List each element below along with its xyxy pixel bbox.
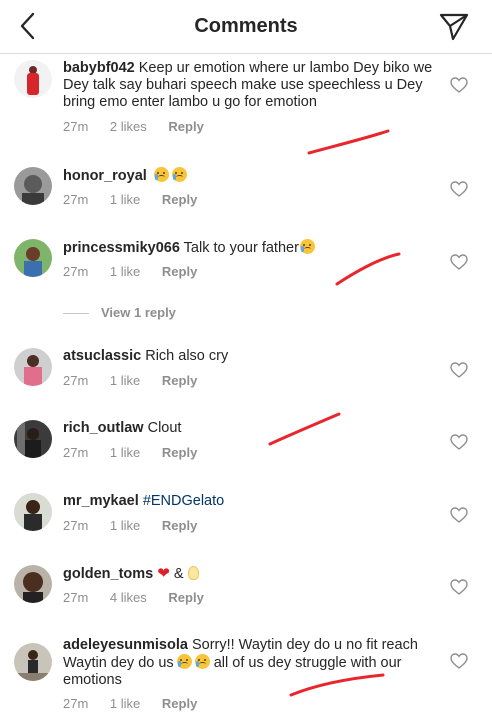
comment-meta: 27m 1 like Reply [63,445,197,460]
comment-likes[interactable]: 1 like [110,518,140,533]
paper-plane-icon [439,13,469,41]
comment-username[interactable]: mr_mykael [63,493,139,509]
comment-body: & [173,566,184,582]
comment-text: mr_mykael #ENDGelato [63,493,435,510]
heart-icon [450,181,468,197]
like-button[interactable] [450,653,468,669]
comment-likes[interactable]: 4 likes [110,590,147,605]
comment-meta: 27m 2 likes Reply [63,119,204,134]
like-button[interactable] [450,181,468,197]
comment-body: Clout [147,420,182,436]
avatar[interactable] [14,565,52,603]
comment-time: 27m [63,264,89,279]
like-button[interactable] [450,254,468,270]
comment-time: 27m [63,696,89,711]
comment-likes[interactable]: 1 like [110,373,140,388]
comment-text: adeleyesunmisola Sorry!! Waytin dey do u… [63,637,435,689]
comment-username[interactable]: atsuclassic [63,348,141,364]
comment-username[interactable]: honor_royal [63,168,147,184]
comment-text: honor_royal [63,167,435,185]
comment-time: 27m [63,373,89,388]
comment-body: Rich also cry [145,348,229,364]
like-button[interactable] [450,507,468,523]
comment-text: golden_toms ❤ & [63,565,435,583]
reply-button[interactable]: Reply [162,696,197,711]
comment-username[interactable]: babybf042 [63,60,135,76]
comment-meta: 27m 1 like Reply [63,518,197,533]
loudly-crying-face-emoji [194,654,210,669]
comment-likes[interactable]: 1 like [110,445,140,460]
view-replies-button[interactable]: View 1 reply [63,305,176,320]
comment-likes[interactable]: 1 like [110,264,140,279]
comment-meta: 27m 4 likes Reply [63,590,204,605]
comments-header: Comments [0,0,492,54]
comment-username[interactable]: rich_outlaw [63,420,144,436]
heart-icon [450,362,468,378]
comment-time: 27m [63,192,89,207]
reply-button[interactable]: Reply [168,119,203,134]
reply-button[interactable]: Reply [162,445,197,460]
comment-likes[interactable]: 1 like [110,696,140,711]
comment-text: babybf042 Keep ur emotion where ur lambo… [63,60,435,111]
avatar[interactable] [14,493,52,531]
reply-button[interactable]: Reply [162,518,197,533]
comment-meta: 27m 1 like Reply [63,264,197,279]
reply-button[interactable]: Reply [168,590,203,605]
heart-icon [450,507,468,523]
comment-username[interactable]: adeleyesunmisola [63,637,188,653]
like-button[interactable] [450,362,468,378]
reply-button[interactable]: Reply [162,264,197,279]
heart-icon [450,653,468,669]
share-button[interactable] [438,10,470,42]
comment-meta: 27m 1 like Reply [63,373,197,388]
crying-face-emoji [153,167,169,182]
like-button[interactable] [450,579,468,595]
reply-button[interactable]: Reply [162,192,197,207]
comment-likes[interactable]: 2 likes [110,119,147,134]
comment-text: rich_outlaw Clout [63,420,435,437]
comment-time: 27m [63,590,89,605]
annotation-stroke [307,129,390,155]
light-bulb-emoji [187,566,199,580]
heart-icon [450,434,468,450]
page-title: Comments [194,15,298,37]
comment-body: Talk to your father [183,240,299,256]
reply-thread-divider [63,313,89,315]
comment-text: atsuclassic Rich also cry [63,348,435,365]
avatar[interactable] [14,239,52,277]
comment-text: princessmiky066 Talk to your father [63,239,435,257]
avatar[interactable] [14,167,52,205]
like-button[interactable] [450,434,468,450]
comment-time: 27m [63,445,89,460]
heart-icon [450,254,468,270]
reply-button[interactable]: Reply [162,373,197,388]
comment-time: 27m [63,119,89,134]
comment-meta: 27m 1 like Reply [63,696,197,711]
crying-face-emoji [299,239,315,254]
crying-face-emoji [171,167,187,182]
comment-time: 27m [63,518,89,533]
avatar[interactable] [14,60,52,98]
comment-username[interactable]: princessmiky066 [63,240,180,256]
annotation-stroke [335,252,401,286]
heart-icon [450,579,468,595]
view-replies-label: View 1 reply [101,305,176,320]
avatar[interactable] [14,420,52,458]
comment-likes[interactable]: 1 like [110,192,140,207]
red-heart-emoji: ❤ [157,565,170,582]
avatar[interactable] [14,348,52,386]
hashtag-link[interactable]: #ENDGelato [143,493,224,509]
comment-username[interactable]: golden_toms [63,566,153,582]
heart-icon [450,77,468,93]
like-button[interactable] [450,77,468,93]
comment-meta: 27m 1 like Reply [63,192,197,207]
avatar[interactable] [14,643,52,681]
loudly-crying-face-emoji [176,654,192,669]
